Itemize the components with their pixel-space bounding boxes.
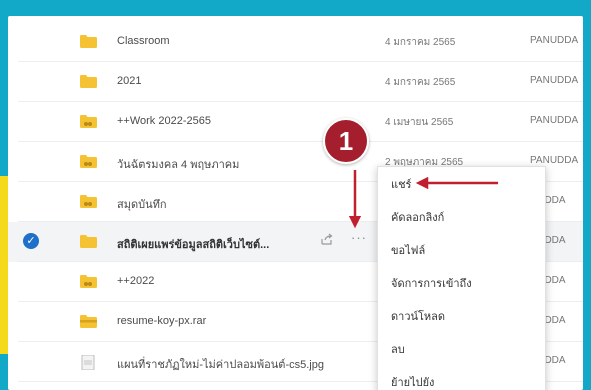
menu-item-delete[interactable]: ลบ [378,334,547,367]
file-owner: PANUDDA [530,75,579,86]
file-name[interactable]: 2021 [117,75,141,87]
file-name[interactable]: แผนที่ราชภัฏใหม่-ไม่ค่าปลอมพ้อนต์-cs5.jp… [117,355,324,373]
file-row[interactable]: ++Work 2022-2565 4 เมษายน 2565 PANUDDA [8,102,583,142]
file-name[interactable]: สมุดบันทึก [117,195,167,213]
folder-icon [80,75,97,88]
context-menu: แชร์ คัดลอกลิงก์ ขอไฟล์ จัดการการเข้าถึง… [377,166,546,390]
file-owner: PANUDDA [530,155,579,166]
file-owner: PANUDDA [530,115,579,126]
folder-icon [80,235,97,248]
frame-accent-bar [0,176,8,354]
file-list-panel: Classroom 4 มกราคม 2565 PANUDDA 2021 4 ม… [8,16,583,390]
shared-folder-icon [80,195,97,208]
shared-folder-icon [80,115,97,128]
archive-icon [80,315,97,328]
file-modified-date: 4 มกราคม 2565 [385,37,456,48]
more-options-icon[interactable]: ··· [351,230,371,246]
file-name[interactable]: Classroom [117,35,170,47]
image-file-icon [80,355,97,370]
menu-item-request-files[interactable]: ขอไฟล์ [378,235,547,268]
selected-check-icon[interactable]: ✓ [23,233,39,249]
file-name[interactable]: สถิติเผยแพร่ข้อมูลสถิติเว็บไซต์... [117,235,269,253]
menu-item-share[interactable]: แชร์ [378,169,547,202]
file-row[interactable]: Classroom 4 มกราคม 2565 PANUDDA [8,22,583,62]
file-name[interactable]: ++Work 2022-2565 [117,115,211,127]
step-number-badge: 1 [323,118,369,164]
shared-folder-icon [80,155,97,168]
file-name[interactable]: resume-koy-px.rar [117,315,206,327]
share-icon[interactable] [320,232,336,248]
file-name[interactable]: ++2022 [117,275,154,287]
file-name[interactable]: วันฉัตรมงคล 4 พฤษภาคม [117,155,239,173]
file-modified-date: 4 มกราคม 2565 [385,77,456,88]
menu-item-manage-access[interactable]: จัดการการเข้าถึง [378,268,547,301]
menu-item-download[interactable]: ดาวน์โหลด [378,301,547,334]
menu-item-copy-link[interactable]: คัดลอกลิงก์ [378,202,547,235]
file-row[interactable]: 2021 4 มกราคม 2565 PANUDDA [8,62,583,102]
file-modified-date: 4 เมษายน 2565 [385,117,454,128]
folder-icon [80,35,97,48]
shared-folder-icon [80,275,97,288]
file-owner: PANUDDA [530,35,579,46]
menu-item-move-to[interactable]: ย้ายไปยัง [378,367,547,390]
